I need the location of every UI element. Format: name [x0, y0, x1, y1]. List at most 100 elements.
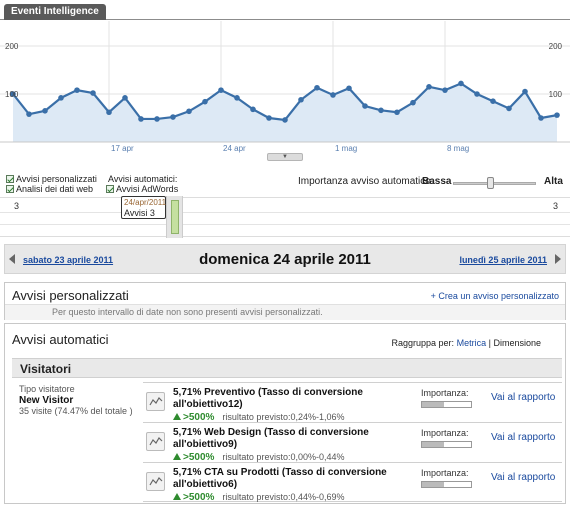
alert-change: >500% risultato previsto:0,44%-0,69% [173, 492, 344, 503]
next-day-link[interactable]: lunedì 25 aprile 2011 [459, 255, 547, 265]
auto-alerts-panel: Avvisi automatici Raggruppa per: Metrica… [4, 323, 566, 504]
alert-bar[interactable] [171, 200, 179, 234]
view-report-link[interactable]: Vai al rapporto [491, 432, 555, 443]
data-point [106, 109, 112, 116]
custom-alerts-panel: Avvisi personalizzati + Crea un avviso p… [4, 282, 566, 320]
group-by-dimension: Dimensione [493, 338, 541, 348]
alert-metric: 5,71% Web Design (Tasso di conversione a… [173, 427, 369, 450]
importance-high: Alta [544, 176, 563, 187]
data-point [234, 95, 240, 101]
tooltip-value: Avvisi 3 [124, 208, 155, 218]
data-point [346, 85, 352, 92]
y-tick-label-right: 100 [549, 90, 563, 99]
data-point [202, 98, 208, 105]
data-point [266, 115, 272, 121]
importance-bar [421, 401, 472, 408]
web-data-checkbox[interactable] [6, 185, 14, 193]
create-custom-alert-link[interactable]: + Crea un avviso personalizzato [431, 291, 559, 301]
data-point [490, 98, 496, 104]
data-point [314, 84, 320, 91]
data-point [218, 87, 224, 93]
tab-bar: Eventi Intelligence [0, 0, 570, 20]
segment-info: Tipo visitatore New Visitor 35 visite (7… [19, 384, 137, 417]
tooltip-date: 24/apr/2011 [124, 198, 167, 207]
strip-right-count: 3 [553, 201, 559, 211]
x-tick-label: 17 apr [111, 144, 134, 153]
importance-low: Bassa [422, 176, 452, 187]
y-tick-label-left: 200 [5, 42, 19, 51]
data-point [474, 91, 480, 97]
custom-alerts-title: Avvisi personalizzati [12, 288, 129, 303]
trend-chart: 200 100 200 100 17 apr 24 apr 1 mag 8 mag [0, 21, 570, 153]
data-point [458, 80, 464, 87]
data-point [426, 84, 432, 90]
up-arrow-icon [173, 413, 181, 420]
data-point [122, 95, 128, 101]
auto-alerts-title: Avvisi automatici [12, 332, 109, 347]
custom-alerts-checkbox[interactable] [6, 175, 14, 183]
adwords-checkbox[interactable] [106, 185, 114, 193]
alert-row: 5,71% Preventivo (Tasso di conversione a… [143, 382, 562, 423]
strip-left-count: 3 [14, 201, 20, 211]
importance-slider[interactable] [453, 182, 536, 185]
data-point [394, 109, 400, 116]
data-point [442, 87, 448, 93]
view-report-link[interactable]: Vai al rapporto [491, 392, 555, 403]
day-tooltip: 24/apr/2011 Avvisi 3 [121, 196, 166, 219]
data-point [506, 105, 512, 112]
view-report-link[interactable]: Vai al rapporto [491, 472, 555, 483]
up-arrow-icon [173, 493, 181, 500]
importance-slider-knob[interactable] [486, 177, 494, 189]
data-point [74, 87, 80, 93]
data-point [58, 95, 64, 101]
data-point [554, 112, 560, 118]
chart-collapse-handle[interactable]: ▼ [267, 153, 303, 161]
segment-value: New Visitor [19, 395, 74, 406]
section-header-visitatori: Visitatori [12, 358, 562, 378]
data-point [154, 116, 160, 122]
importance-bar [421, 441, 472, 448]
data-point [42, 108, 48, 114]
data-point [330, 92, 336, 98]
importance-bar [421, 481, 472, 488]
data-point [378, 107, 384, 114]
chart-line-icon[interactable] [146, 392, 165, 411]
tab-eventi-intelligence[interactable]: Eventi Intelligence [4, 4, 106, 20]
alert-strip[interactable]: 3 3 [0, 197, 570, 237]
x-tick-label: 1 mag [335, 144, 357, 153]
x-tick-label: 8 mag [447, 144, 469, 153]
y-tick-label-right: 200 [549, 42, 563, 51]
importance-label: Importanza avviso automatico: [298, 176, 434, 187]
data-point [26, 111, 32, 117]
chart-line-icon[interactable] [146, 432, 165, 451]
y-tick-label-left: 100 [5, 90, 19, 99]
next-arrow-icon[interactable] [555, 254, 561, 264]
data-point [410, 99, 416, 106]
data-point [138, 116, 144, 122]
data-point [250, 106, 256, 113]
importance-text: Importanza: [421, 468, 469, 478]
data-point [90, 90, 96, 96]
segment-label: Tipo visitatore [19, 384, 75, 394]
chart-line-icon[interactable] [146, 472, 165, 491]
group-by-metric-link[interactable]: Metrica [457, 338, 487, 348]
data-point [186, 108, 192, 115]
alert-metric: 5,71% CTA su Prodotti (Tasso di conversi… [173, 467, 387, 490]
data-point [282, 117, 288, 123]
data-point [522, 88, 528, 95]
custom-alerts-empty: Per questo intervallo di date non sono p… [5, 304, 565, 320]
data-point [538, 115, 544, 121]
group-by: Raggruppa per: Metrica | Dimensione [391, 338, 541, 348]
segment-visits: 35 visite (74.47% del totale ) [19, 406, 133, 416]
importance-text: Importanza: [421, 428, 469, 438]
alert-row: 5,71% CTA su Prodotti (Tasso di conversi… [143, 462, 562, 503]
up-arrow-icon [173, 453, 181, 460]
importance-text: Importanza: [421, 388, 469, 398]
data-point [362, 103, 368, 109]
x-tick-label: 24 apr [223, 144, 246, 153]
legend-web-data[interactable]: Analisi dei dati web [6, 184, 93, 195]
data-point [170, 114, 176, 120]
alert-metric: 5,71% Preventivo (Tasso di conversione a… [173, 387, 363, 410]
date-navigator: sabato 23 aprile 2011 domenica 24 aprile… [4, 244, 566, 274]
legend-adwords[interactable]: Avvisi AdWords [106, 184, 178, 195]
